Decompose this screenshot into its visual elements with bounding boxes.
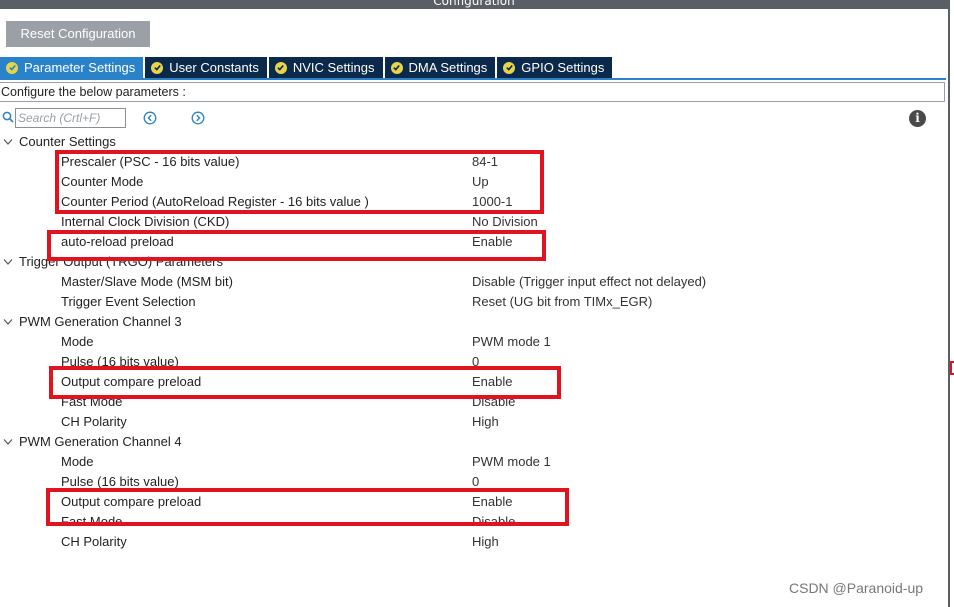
param-row-ch4-fast-mode[interactable]: Fast Mode Disable bbox=[0, 512, 940, 532]
chevron-down-icon bbox=[3, 319, 13, 325]
parameters-description: Configure the below parameters : bbox=[0, 82, 945, 102]
param-row-counter-period[interactable]: Counter Period (AutoReload Register - 16… bbox=[0, 192, 940, 212]
settings-tab-bar: Parameter Settings User Constants NVIC S… bbox=[0, 57, 614, 78]
check-circle-icon bbox=[274, 61, 287, 74]
param-value[interactable]: Disable bbox=[472, 512, 515, 532]
search-icon bbox=[2, 111, 14, 123]
param-value[interactable]: Enable bbox=[472, 372, 512, 392]
chevron-down-icon bbox=[3, 439, 13, 445]
param-value[interactable]: 0 bbox=[472, 472, 479, 492]
param-name: CH Polarity bbox=[61, 534, 127, 549]
param-name: Counter Mode bbox=[61, 174, 144, 189]
tab-dma-settings[interactable]: DMA Settings bbox=[384, 57, 496, 78]
param-value[interactable]: 1000-1 bbox=[472, 192, 512, 212]
param-value[interactable]: PWM mode 1 bbox=[472, 452, 551, 472]
param-row-clock-division[interactable]: Internal Clock Division (CKD) No Divisio… bbox=[0, 212, 940, 232]
param-value[interactable]: No Division bbox=[472, 212, 538, 232]
tab-label: User Constants bbox=[169, 60, 259, 75]
param-name: Master/Slave Mode (MSM bit) bbox=[61, 274, 233, 289]
param-value[interactable]: High bbox=[472, 532, 499, 552]
param-name: Prescaler (PSC - 16 bits value) bbox=[61, 154, 240, 169]
tab-user-constants[interactable]: User Constants bbox=[145, 57, 267, 78]
group-title: PWM Generation Channel 3 bbox=[19, 314, 182, 329]
info-icon[interactable]: i bbox=[909, 110, 926, 127]
tab-nvic-settings[interactable]: NVIC Settings bbox=[268, 57, 383, 78]
group-title: Trigger Output (TRGO) Parameters bbox=[19, 254, 223, 269]
reset-configuration-button[interactable]: Reset Configuration bbox=[6, 21, 150, 47]
tab-label: NVIC Settings bbox=[292, 60, 375, 75]
param-value[interactable]: Enable bbox=[472, 232, 512, 252]
param-row-prescaler[interactable]: Prescaler (PSC - 16 bits value) 84-1 bbox=[0, 152, 940, 172]
param-row-trigger-event[interactable]: Trigger Event Selection Reset (UG bit fr… bbox=[0, 292, 940, 312]
param-value[interactable]: 84-1 bbox=[472, 152, 498, 172]
tab-label: DMA Settings bbox=[408, 60, 488, 75]
param-name: Internal Clock Division (CKD) bbox=[61, 214, 230, 229]
window-right-border bbox=[948, 0, 950, 607]
param-name: Fast Mode bbox=[61, 394, 123, 409]
group-title: Counter Settings bbox=[19, 134, 116, 149]
annotation-mark bbox=[950, 361, 954, 375]
param-row-auto-reload-preload[interactable]: auto-reload preload Enable bbox=[0, 232, 940, 252]
param-name: Trigger Event Selection bbox=[61, 294, 196, 309]
param-value[interactable]: Reset (UG bit from TIMx_EGR) bbox=[472, 292, 652, 312]
param-name: Counter Period (AutoReload Register - 16… bbox=[61, 194, 369, 209]
search-input[interactable] bbox=[15, 108, 126, 128]
param-value[interactable]: Disable (Trigger input effect not delaye… bbox=[472, 272, 706, 292]
check-circle-icon bbox=[151, 61, 164, 74]
param-name: Output compare preload bbox=[61, 374, 202, 389]
param-row-ch4-output-compare-preload[interactable]: Output compare preload Enable bbox=[0, 492, 940, 512]
param-value[interactable]: Disable bbox=[472, 392, 515, 412]
check-circle-icon bbox=[390, 61, 403, 74]
param-row-ch3-mode[interactable]: Mode PWM mode 1 bbox=[0, 332, 940, 352]
param-value[interactable]: Enable bbox=[472, 492, 512, 512]
param-row-ch3-fast-mode[interactable]: Fast Mode Disable bbox=[0, 392, 940, 412]
param-name: Output compare preload bbox=[61, 494, 202, 509]
param-value[interactable]: Up bbox=[472, 172, 489, 192]
param-row-ch3-pulse[interactable]: Pulse (16 bits value) 0 bbox=[0, 352, 940, 372]
check-circle-icon bbox=[503, 61, 516, 74]
group-pwm-channel-3[interactable]: PWM Generation Channel 3 bbox=[0, 312, 940, 332]
param-value[interactable]: 0 bbox=[472, 352, 479, 372]
param-name: Fast Mode bbox=[61, 514, 123, 529]
chevron-down-icon bbox=[3, 259, 13, 265]
window-title: Configuration bbox=[433, 0, 515, 8]
tab-label: GPIO Settings bbox=[521, 60, 605, 75]
tab-gpio-settings[interactable]: GPIO Settings bbox=[497, 57, 613, 78]
watermark: CSDN @Paranoid-up bbox=[789, 580, 924, 596]
param-name: Mode bbox=[61, 454, 94, 469]
group-title: PWM Generation Channel 4 bbox=[19, 434, 182, 449]
param-row-ch4-polarity[interactable]: CH Polarity High bbox=[0, 532, 940, 552]
previous-result-icon[interactable] bbox=[143, 111, 157, 125]
check-circle-icon bbox=[6, 61, 18, 74]
param-row-counter-mode[interactable]: Counter Mode Up bbox=[0, 172, 940, 192]
param-name: auto-reload preload bbox=[61, 234, 174, 249]
param-name: Mode bbox=[61, 334, 94, 349]
group-trigger-output[interactable]: Trigger Output (TRGO) Parameters bbox=[0, 252, 940, 272]
param-row-ch4-pulse[interactable]: Pulse (16 bits value) 0 bbox=[0, 472, 940, 492]
tab-label: Parameter Settings bbox=[24, 60, 136, 75]
group-pwm-channel-4[interactable]: PWM Generation Channel 4 bbox=[0, 432, 940, 452]
param-name: CH Polarity bbox=[61, 414, 127, 429]
param-name: Pulse (16 bits value) bbox=[61, 354, 179, 369]
tab-underline bbox=[0, 78, 946, 80]
tab-parameter-settings[interactable]: Parameter Settings bbox=[0, 57, 144, 78]
param-value[interactable]: PWM mode 1 bbox=[472, 332, 551, 352]
param-name: Pulse (16 bits value) bbox=[61, 474, 179, 489]
group-counter-settings[interactable]: Counter Settings bbox=[0, 132, 940, 152]
next-result-icon[interactable] bbox=[191, 111, 205, 125]
param-row-ch3-output-compare-preload[interactable]: Output compare preload Enable bbox=[0, 372, 940, 392]
param-value[interactable]: High bbox=[472, 412, 499, 432]
param-row-ch4-mode[interactable]: Mode PWM mode 1 bbox=[0, 452, 940, 472]
param-row-master-slave-mode[interactable]: Master/Slave Mode (MSM bit) Disable (Tri… bbox=[0, 272, 940, 292]
window-titlebar: Configuration bbox=[0, 0, 948, 9]
param-row-ch3-polarity[interactable]: CH Polarity High bbox=[0, 412, 940, 432]
chevron-down-icon bbox=[3, 139, 13, 145]
